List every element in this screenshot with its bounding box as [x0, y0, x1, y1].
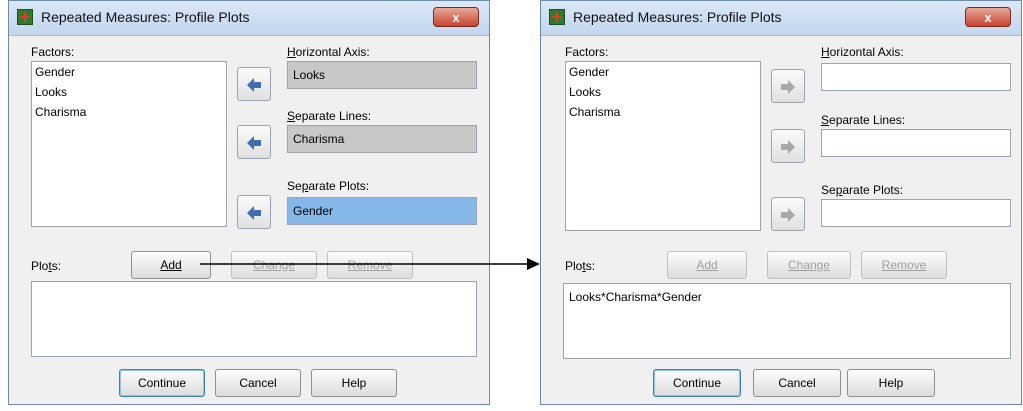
arrow-head-icon — [527, 258, 540, 270]
transition-arrow — [200, 258, 540, 270]
